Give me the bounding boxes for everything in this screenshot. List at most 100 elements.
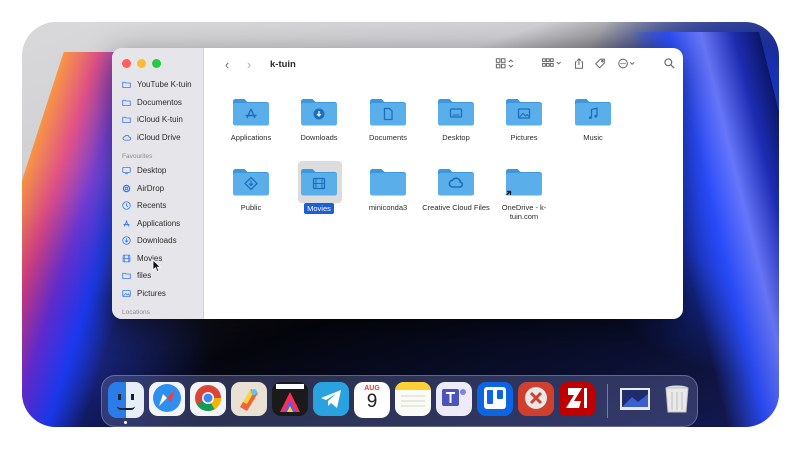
- sidebar-item-icloud-drive[interactable]: iCloud Drive: [112, 129, 203, 147]
- dock-app-teams[interactable]: [436, 382, 472, 418]
- file-item-label: Documents: [369, 133, 407, 142]
- sidebar-item-label: Documentos: [137, 97, 182, 107]
- sidebar-item-label: Desktop: [137, 166, 167, 176]
- file-item-public[interactable]: Public: [216, 166, 286, 212]
- dock-app-notes[interactable]: [395, 382, 431, 418]
- file-item-downloads[interactable]: Downloads: [284, 96, 354, 142]
- sidebar-list: YouTube K-tuin Documentos iCloud K-tuin iCl…: [112, 76, 203, 318]
- sidebar-item-recents[interactable]: Recents: [112, 197, 203, 215]
- calendar-day: 9: [366, 391, 378, 412]
- sidebar-item-label: Downloads: [137, 236, 177, 246]
- teams-icon: [436, 382, 472, 418]
- file-item-documents[interactable]: Documents: [353, 96, 423, 142]
- folder-icon: [122, 80, 131, 89]
- chevron-right-icon: ›: [246, 56, 252, 72]
- folder-icon: [231, 166, 271, 198]
- folder-icon: [436, 96, 476, 128]
- share-button[interactable]: [574, 55, 584, 71]
- file-item-movies[interactable]: Movies: [284, 161, 354, 214]
- finder-window: YouTube K-tuin Documentos iCloud K-tuin iCl…: [112, 48, 683, 319]
- airdrop-icon: [122, 184, 131, 193]
- file-item-label: Desktop: [442, 133, 470, 142]
- film-icon: [122, 254, 131, 263]
- dock-app-trello[interactable]: [477, 382, 513, 418]
- view-mode-button[interactable]: [494, 55, 516, 71]
- folder-icon: [504, 96, 544, 128]
- file-item-applications[interactable]: Applications: [216, 96, 286, 142]
- sidebar-item-applications[interactable]: Applications: [112, 215, 203, 233]
- sidebar-item-icloud-k-tuin[interactable]: iCloud K-tuin: [112, 111, 203, 129]
- window-title: k-tuin: [270, 58, 296, 70]
- grid-view-icon: [495, 57, 514, 68]
- dock-app-calendar[interactable]: AUG 9: [354, 382, 390, 418]
- search-button[interactable]: [664, 55, 675, 71]
- dock-app-remote-desktop[interactable]: [518, 382, 554, 418]
- dock-app-pixelmator[interactable]: [231, 382, 267, 418]
- desktop-icon: [122, 166, 131, 175]
- sidebar-item-label: iCloud Drive: [137, 132, 181, 142]
- folder-icon: [436, 166, 476, 198]
- file-item-pictures[interactable]: Pictures: [489, 96, 559, 142]
- pixelmator-icon: [231, 382, 267, 418]
- file-item-label: miniconda3: [368, 203, 408, 212]
- file-item-creative-cloud-files[interactable]: Creative Cloud Files: [421, 166, 491, 212]
- cloud-icon: [122, 133, 131, 142]
- dock-app-finder[interactable]: [108, 382, 144, 418]
- dock-app-trash[interactable]: [659, 382, 695, 418]
- running-indicator: [124, 421, 127, 424]
- folder-icon: [368, 166, 408, 198]
- applications-icon: [122, 219, 131, 228]
- download-icon: [122, 236, 131, 245]
- folder-icon: [231, 96, 271, 128]
- folder-icon: [504, 166, 544, 198]
- tag-button[interactable]: [594, 55, 606, 71]
- filezilla-icon: [559, 382, 595, 418]
- telegram-icon: [313, 382, 349, 418]
- close-button[interactable]: [122, 59, 131, 68]
- dock-app-downloads-stack[interactable]: [617, 382, 653, 418]
- finder-icon: [108, 382, 144, 418]
- toolbar-actions: [494, 55, 675, 71]
- window-controls: [122, 59, 161, 68]
- dock-app-safari[interactable]: [149, 382, 185, 418]
- ellipsis-circle-icon: [618, 58, 635, 68]
- minimize-button[interactable]: [137, 59, 146, 68]
- sidebar-item-airdrop[interactable]: AirDrop: [112, 180, 203, 198]
- forward-button[interactable]: ›: [240, 55, 258, 73]
- file-item-desktop[interactable]: Desktop: [421, 96, 491, 142]
- sidebar-item-pictures[interactable]: Pictures: [112, 285, 203, 303]
- safari-icon: [149, 382, 185, 418]
- file-item-miniconda3[interactable]: miniconda3: [353, 166, 423, 212]
- folder-icon: [299, 166, 339, 198]
- sidebar-item-documentos[interactable]: Documentos: [112, 94, 203, 112]
- more-actions-button[interactable]: [616, 55, 638, 71]
- photo-icon: [122, 289, 131, 298]
- notes-icon: [395, 382, 431, 418]
- file-item-label: Applications: [230, 133, 272, 142]
- dock-app-chrome[interactable]: [190, 382, 226, 418]
- zoom-button[interactable]: [152, 59, 161, 68]
- sidebar-item-label: files: [137, 271, 152, 281]
- folder-icon: [122, 115, 131, 124]
- sidebar-item-desktop[interactable]: Desktop: [112, 162, 203, 180]
- back-button[interactable]: ‹: [218, 55, 236, 73]
- dock-app-filezilla[interactable]: [559, 382, 595, 418]
- sidebar-item-label: YouTube K-tuin: [137, 80, 192, 90]
- sidebar-item-youtube-k-tuin[interactable]: YouTube K-tuin: [112, 76, 203, 94]
- dock-app-telegram[interactable]: [313, 382, 349, 418]
- dock-separator: [607, 384, 608, 418]
- remote-desktop-icon: [518, 382, 554, 418]
- dock-app-final-cut-pro[interactable]: [272, 382, 308, 418]
- calendar-icon: AUG 9: [354, 382, 390, 418]
- folder-icon: [368, 96, 408, 128]
- sidebar-item-downloads[interactable]: Downloads: [112, 232, 203, 250]
- file-item-label: OneDrive - k-tuin.com: [501, 203, 547, 221]
- file-item-onedrive-k-tuin-com[interactable]: OneDrive - k-tuin.com: [489, 166, 559, 221]
- mouse-pointer-icon: [152, 259, 161, 272]
- file-item-label: Downloads: [300, 133, 338, 142]
- final-cut-icon: [272, 382, 308, 418]
- search-icon: [664, 57, 675, 69]
- folder-icon: [122, 98, 131, 107]
- group-button[interactable]: [540, 55, 564, 71]
- file-item-music[interactable]: Music: [558, 96, 628, 142]
